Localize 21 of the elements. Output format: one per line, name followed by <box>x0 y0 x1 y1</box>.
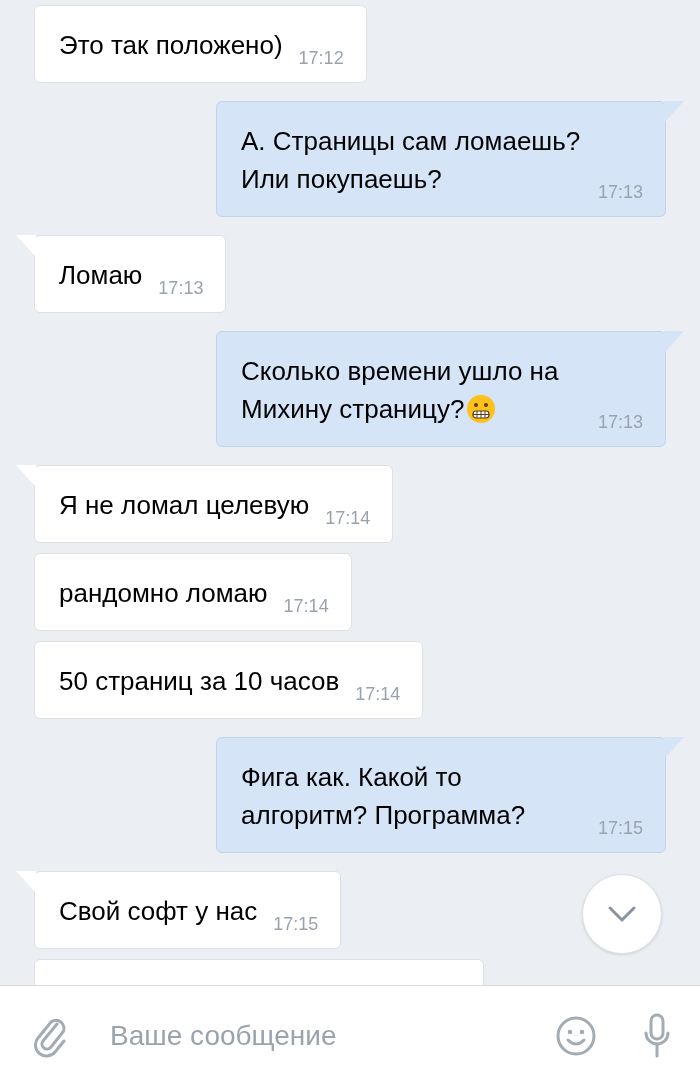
message-text: Я не ломал целевую <box>59 490 310 520</box>
message-text: Свой софт у нас <box>59 896 258 926</box>
message-time: 17:13 <box>597 412 643 432</box>
message-text: 50 страниц за 10 часов <box>59 666 340 696</box>
message-time: 17:15 <box>273 914 319 934</box>
message-text: Это так положено) <box>59 30 283 60</box>
message-text: А. Страницы сам ломаешь? Или покупаешь? <box>241 126 581 194</box>
message-time: 17:15 <box>597 818 643 838</box>
message-time: 17:14 <box>355 684 401 704</box>
message-time: 17:14 <box>283 596 329 616</box>
message-time: 17:12 <box>298 48 344 68</box>
message-text: рандомно ломаю <box>59 578 268 608</box>
message-time: 17:14 <box>325 508 371 528</box>
scroll-down-button[interactable] <box>582 874 662 954</box>
message-time: 17:13 <box>597 182 643 202</box>
microphone-icon[interactable] <box>644 1012 670 1059</box>
message-time: 17:13 <box>158 278 204 298</box>
chevron-down-icon <box>607 905 637 923</box>
message-text: Ломаю <box>59 260 143 290</box>
message-text: Фига как. Какой то алгоритм? Программа? <box>241 762 526 830</box>
message-text: Сколько времени ушло на Михину страницу? <box>241 356 559 424</box>
